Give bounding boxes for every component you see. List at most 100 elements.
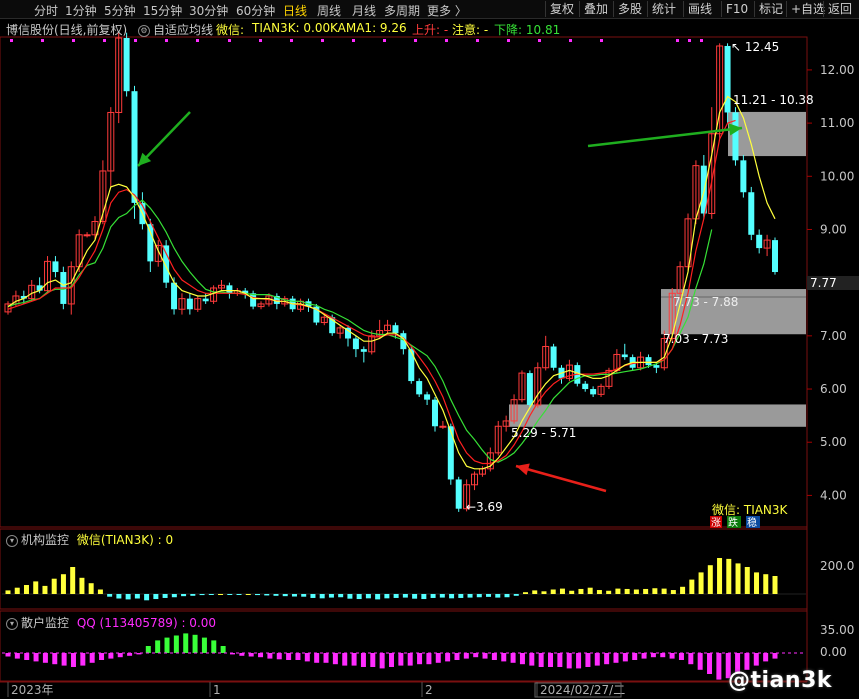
legend-down: 跌 (728, 516, 738, 529)
toolbar-button-2[interactable]: 多股 (613, 1, 646, 17)
top-dot-marker (72, 39, 75, 42)
panel3-bar (201, 637, 207, 653)
panel3-bar (258, 653, 264, 658)
gear-icon: ⚙ (138, 24, 150, 37)
stock-title: 博信股份(日线,前复权) (6, 23, 128, 37)
candle-body-down (171, 282, 178, 310)
panel2-bar (338, 594, 344, 598)
candle-body-down (163, 245, 170, 283)
panel3-bar (473, 653, 479, 658)
candle-body-down (447, 426, 454, 480)
panel2-header[interactable]: ▾ 机构监控 微信(TIAN3K) : 0 (6, 531, 173, 548)
panel3-bar (248, 653, 254, 657)
panel3-qq: QQ (113405789) (76, 616, 178, 630)
top-dot-marker (103, 39, 106, 42)
panel3-bar (295, 653, 301, 660)
panel2-bar (97, 589, 103, 594)
candle-body-down (621, 354, 628, 358)
panel2-bar (532, 590, 538, 594)
top-dot-marker (290, 39, 293, 42)
toolbar-button-0[interactable]: 复权 (545, 1, 578, 17)
panel2-bar (236, 594, 242, 595)
panel2-bar (772, 576, 778, 594)
panel2-bar (522, 592, 528, 594)
panel3-bar (314, 653, 320, 663)
panel3-bar (650, 653, 656, 658)
panel2-bar (42, 585, 48, 594)
legend-blue: 稳 (747, 516, 757, 529)
top-dot-marker (10, 39, 13, 42)
panel3-bar (688, 653, 694, 665)
candle-body-down (131, 91, 138, 203)
candle-body-down (424, 394, 431, 400)
panel3-bar (463, 653, 469, 659)
panel2-bar (717, 558, 723, 594)
toolbar-button-1[interactable]: 叠加 (579, 1, 612, 17)
candle-body-down (431, 399, 438, 427)
price-tick-label: 11.00 (820, 116, 854, 130)
period-tab-1[interactable]: 1分钟 (65, 2, 97, 19)
panel3-bar (52, 653, 58, 665)
period-tab-10[interactable]: 更多 〉 (427, 2, 467, 19)
toolbar-button-5[interactable]: F10 (721, 1, 752, 17)
panel3-bar (323, 653, 329, 663)
panel3-bar (417, 653, 423, 665)
chart-canvas: 12.0011.0010.009.008.007.006.005.004.00↖… (0, 32, 859, 698)
panel3-bar (145, 646, 151, 653)
panel3-bar (155, 640, 161, 653)
panel2-bar (486, 594, 492, 597)
panel3-header[interactable]: ▾ 散户监控 QQ (113405789) : 0.00 (6, 614, 216, 631)
period-tab-3[interactable]: 15分钟 (143, 2, 182, 19)
panel3-bar (267, 653, 273, 659)
period-tab-8[interactable]: 月线 (352, 2, 376, 19)
panel3-bar (678, 653, 684, 660)
panel3-bar (604, 653, 610, 665)
period-tab-9[interactable]: 多周期 (384, 2, 420, 19)
panel3-bar (276, 653, 282, 660)
panel3-bar (697, 653, 703, 670)
zone-rect-1 (728, 111, 806, 157)
period-tab-7[interactable]: 周线 (317, 2, 341, 19)
red-arrow-shaft (515, 464, 607, 493)
top-dot-marker (196, 39, 199, 42)
period-tab-0[interactable]: 分时 (34, 2, 58, 19)
panel3-bar (99, 653, 105, 660)
low-price-label: ←3.69 (466, 500, 503, 514)
panel3-bar (211, 640, 217, 653)
top-dot-marker (476, 39, 479, 42)
panel3-bar (342, 653, 348, 666)
toolbar-button-6[interactable]: 标记 (754, 1, 787, 17)
panel2-bar (79, 577, 85, 594)
panel3-bar (398, 653, 404, 666)
period-tab-2[interactable]: 5分钟 (104, 2, 136, 19)
toolbar-button-3[interactable]: 统计 (647, 1, 680, 17)
panel2-bar (412, 594, 418, 599)
red-arrow-head (516, 463, 530, 476)
watermark-text: @tian3k (728, 668, 833, 693)
period-tab-6[interactable]: 日线 (283, 2, 307, 19)
period-tab-5[interactable]: 60分钟 (236, 2, 275, 19)
indicator-toggle[interactable]: ⚙ 自适应均线 (138, 21, 213, 38)
top-dot-marker (569, 39, 572, 42)
panel3-bar (529, 653, 535, 666)
panel2-bar (162, 594, 168, 598)
panel3-bar (426, 653, 432, 665)
toolbar-button-8[interactable]: 返回 (823, 1, 856, 17)
panel2-bar (264, 594, 270, 596)
top-dot-marker (352, 39, 355, 42)
top-dot-marker (321, 39, 324, 42)
zone2-label: 7.73 - 7.88 (673, 295, 738, 309)
period-tab-4[interactable]: 30分钟 (189, 2, 228, 19)
panel3-bar (763, 653, 769, 662)
panel2-bar (393, 594, 399, 598)
panel3-bar (164, 637, 170, 653)
panel2-bar (698, 572, 704, 594)
panel3-bar (389, 653, 394, 667)
toolbar-button-4[interactable]: 画线 (683, 1, 716, 17)
up-value: 上升: - (412, 23, 449, 37)
candle-body-down (732, 112, 739, 161)
panel2-bar (439, 594, 445, 598)
panel2-title: 机构监控 (21, 533, 70, 547)
panel3-bar (117, 653, 123, 658)
panel2-value: : 0 (157, 533, 174, 547)
